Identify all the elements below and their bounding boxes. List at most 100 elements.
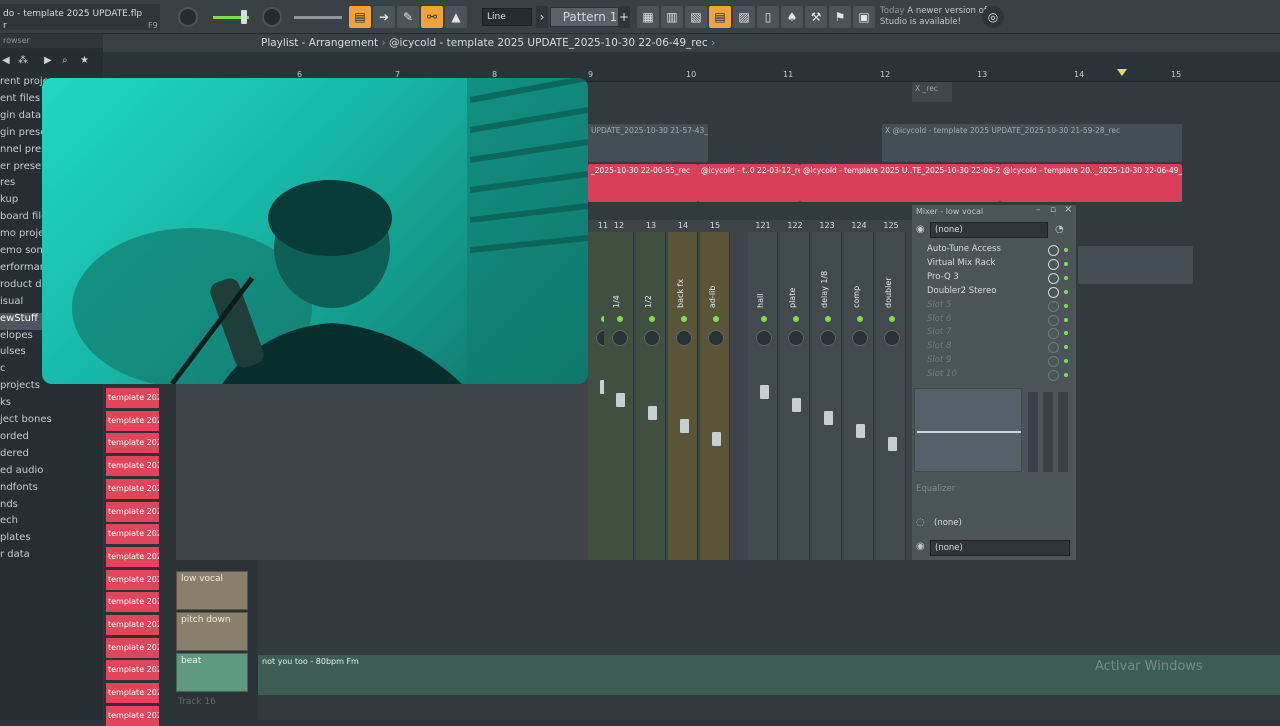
audio-clip[interactable]: @icycold - template 20.._2025-10-30 22-0…	[1000, 164, 1182, 202]
fx-slot[interactable]: Auto-Tune Access	[916, 244, 1050, 257]
fx-slot[interactable]: Slot 9	[916, 355, 1050, 368]
fx-slot[interactable]: Slot 8	[916, 341, 1050, 354]
audio-clip[interactable]: UPDATE_2025-10-30 21-57-43_rec	[588, 124, 708, 162]
fx-mix-knob[interactable]	[1048, 258, 1059, 270]
mixer-fader[interactable]	[792, 398, 801, 412]
pattern-block[interactable]: template 202..	[106, 615, 159, 635]
browser-item[interactable]: plates	[0, 532, 103, 549]
mixer-mute-led[interactable]	[649, 316, 655, 322]
pattern-block[interactable]: template 202..	[106, 546, 159, 567]
stamp-icon[interactable]: ▲	[445, 6, 467, 28]
output-select-1[interactable]: (none)	[930, 516, 1070, 532]
master-pitch-slider[interactable]	[294, 16, 342, 19]
master-volume-knob[interactable]	[178, 7, 198, 27]
mixer-fader[interactable]	[648, 406, 657, 420]
playlist-breadcrumb[interactable]: Playlist - Arrangement › @icycold - temp…	[261, 37, 715, 49]
mixer-pan-knob[interactable]	[884, 330, 900, 346]
tree-icon[interactable]: ⁂	[18, 55, 28, 66]
browser-item[interactable]: ject bones	[0, 414, 103, 431]
mixer-fader[interactable]	[680, 419, 689, 433]
browser-item[interactable]: dered	[0, 448, 103, 465]
mixer-mute-led[interactable]	[761, 316, 767, 322]
pattern-block[interactable]: template 202..	[106, 456, 159, 477]
forward-icon[interactable]: ▶	[44, 55, 52, 66]
mixer-mute-led[interactable]	[889, 316, 895, 322]
pattern-add-icon[interactable]: +	[618, 6, 630, 28]
audio-clip[interactable]: @icycold - t..0 22-03-12_rec	[698, 164, 800, 202]
eq-fader-low[interactable]	[1028, 392, 1038, 472]
browser-item[interactable]: ks	[0, 397, 103, 414]
fx-slot[interactable]: Slot 5	[916, 300, 1050, 313]
mixer-pan-knob[interactable]	[852, 330, 868, 346]
mixer-pan-knob[interactable]	[788, 330, 804, 346]
mixer-fader[interactable]	[616, 393, 625, 407]
fx-slot[interactable]: Doubler2 Stereo	[916, 286, 1050, 299]
fx-mix-knob[interactable]	[1048, 300, 1059, 312]
search-icon[interactable]: ⌕	[62, 55, 68, 66]
arrow-right-icon[interactable]: ➜	[373, 6, 395, 28]
audio-clip[interactable]	[1078, 246, 1193, 284]
mixer-pan-knob[interactable]	[756, 330, 772, 346]
eq-display[interactable]	[914, 388, 1022, 472]
audio-clip[interactable]: X _rec	[912, 82, 952, 102]
pattern-block[interactable]: template 202..	[106, 433, 159, 454]
update-globe-icon[interactable]: ◎	[982, 6, 1004, 28]
fx-slot[interactable]: Slot 6	[916, 314, 1050, 327]
mixer-mute-led[interactable]	[713, 316, 719, 322]
audio-clip[interactable]: _2025-10-30 22-00-55_rec	[588, 164, 698, 202]
pattern-block[interactable]: template 202..	[106, 660, 159, 681]
file-icon[interactable]: ▯	[757, 6, 779, 28]
master-volume-thumb[interactable]	[241, 10, 247, 24]
fx-mix-knob[interactable]	[1048, 245, 1059, 256]
browser-icon[interactable]: ▨	[733, 6, 755, 28]
back-icon[interactable]: ◀	[2, 55, 10, 66]
eq-fader-mid[interactable]	[1043, 392, 1053, 472]
fx-enable-led[interactable]	[1064, 261, 1068, 266]
pattern-block[interactable]: template 202..	[106, 410, 159, 431]
mixer-mute-led[interactable]	[825, 316, 831, 322]
master-pitch-knob[interactable]	[262, 7, 282, 27]
mixer-pan-knob[interactable]	[820, 330, 836, 346]
fx-enable-led[interactable]	[1064, 275, 1068, 280]
mixer-fader[interactable]	[824, 411, 833, 425]
browser-item[interactable]: ed audio	[0, 465, 103, 482]
mixer-mute-led[interactable]	[793, 316, 799, 322]
pattern-block[interactable]: template 202..	[106, 683, 159, 704]
browser-item[interactable]: orded	[0, 431, 103, 448]
track-header-pitch-down[interactable]: pitch down	[176, 612, 248, 651]
fx-mix-knob[interactable]	[1048, 286, 1059, 298]
fx-enable-led[interactable]	[1064, 289, 1068, 294]
pattern-block[interactable]: template 202..	[106, 569, 159, 590]
pattern-block[interactable]: template 202..	[106, 388, 159, 408]
playhead-marker[interactable]	[1117, 69, 1127, 76]
fx-enable-led[interactable]	[1064, 317, 1068, 322]
mixer-pan-knob[interactable]	[676, 330, 692, 346]
playlist-view-icon[interactable]: ▤	[709, 6, 731, 28]
minimize-icon[interactable]: –	[1036, 205, 1041, 215]
mixer-pan-knob[interactable]	[612, 330, 628, 346]
link-icon[interactable]: ⚯	[421, 6, 443, 28]
audio-clip[interactable]: X @icycold - template 2025 UPDATE_2025-1…	[882, 124, 1182, 162]
browser-item[interactable]: ndfonts	[0, 482, 103, 499]
browser-item[interactable]: nds	[0, 499, 103, 516]
audio-clip[interactable]: @icycold - template 2025 U..TE_2025-10-3…	[800, 164, 1000, 202]
snap-select[interactable]: Line	[482, 8, 532, 26]
piano-roll-icon[interactable]: ▧	[685, 6, 707, 28]
eq-fader-high[interactable]	[1058, 392, 1068, 472]
mixer-pan-knob[interactable]	[708, 330, 724, 346]
pattern-block[interactable]: template 202..	[106, 592, 159, 613]
fx-slot[interactable]: Slot 7	[916, 327, 1050, 340]
mixer-mute-led[interactable]	[857, 316, 863, 322]
pattern-block[interactable]: template 202..	[106, 478, 159, 499]
mixer-fader[interactable]	[712, 432, 721, 446]
fx-slot[interactable]: Virtual Mix Rack	[916, 258, 1050, 271]
track-header-low-vocal[interactable]: low vocal	[176, 571, 248, 610]
fx-slot[interactable]: Slot 10	[916, 369, 1050, 382]
track-header-16[interactable]: Track 16	[178, 697, 216, 707]
mixer-mute-led[interactable]	[681, 316, 687, 322]
fx-mix-knob[interactable]	[1048, 314, 1059, 326]
store-icon[interactable]: ▣	[853, 6, 875, 28]
pattern-block[interactable]: template 202..	[106, 705, 159, 726]
star-icon[interactable]: ★	[80, 55, 89, 66]
mixer-mute-led[interactable]	[617, 316, 623, 322]
